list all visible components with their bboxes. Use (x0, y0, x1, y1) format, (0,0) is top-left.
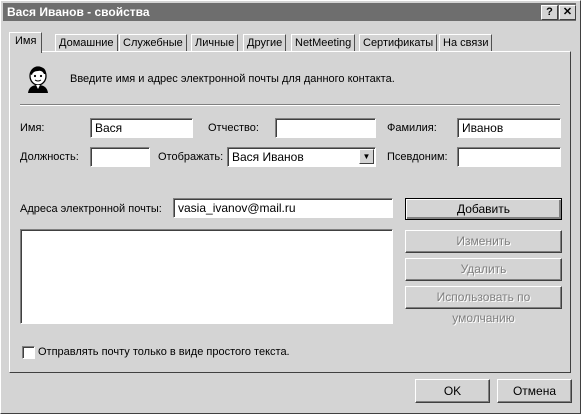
nickname-field[interactable] (457, 147, 561, 167)
ok-button[interactable]: OK (415, 379, 490, 403)
delete-button[interactable]: Удалить (405, 258, 562, 281)
tab-strip: Имя Домашние Служебные Личные Другие Net… (9, 32, 574, 53)
email-label: Адреса электронной почты: (20, 203, 162, 215)
properties-dialog: Вася Иванов - свойства ? ✕ Имя Домашние … (0, 0, 581, 414)
first-name-label: Имя: (20, 122, 45, 134)
close-icon: ✕ (562, 6, 573, 18)
help-button[interactable]: ? (541, 5, 558, 20)
email-list[interactable] (20, 229, 393, 324)
chevron-down-icon[interactable]: ▼ (359, 149, 374, 164)
job-title-label: Должность: (20, 151, 79, 163)
middle-name-label: Отчество: (208, 122, 259, 134)
separator (20, 104, 560, 106)
tab-business[interactable]: Служебные (119, 34, 187, 52)
tab-netmeeting[interactable]: NetMeeting (291, 34, 356, 52)
plain-text-checkbox-label[interactable]: Отправлять почту только в виде простого … (38, 346, 290, 358)
last-name-label: Фамилия: (387, 122, 437, 134)
last-name-field[interactable]: Иванов (457, 118, 561, 138)
intro-text: Введите имя и адрес электронной почты дл… (70, 73, 395, 85)
add-button[interactable]: Добавить (405, 198, 562, 220)
window-title: Вася Иванов - свойства (7, 5, 150, 19)
job-title-field[interactable] (90, 147, 150, 167)
first-name-field[interactable]: Вася (90, 118, 193, 138)
nickname-label: Псевдоним: (387, 151, 448, 163)
display-dropdown[interactable]: Вася Иванов ▼ (227, 147, 376, 167)
display-dropdown-value: Вася Иванов (232, 150, 304, 164)
tab-name[interactable]: Имя (9, 32, 43, 53)
contact-person-icon (28, 66, 48, 93)
close-button[interactable]: ✕ (559, 5, 576, 20)
cancel-button[interactable]: Отмена (497, 379, 572, 403)
display-label: Отображать: (158, 151, 224, 163)
edit-button[interactable]: Изменить (405, 230, 562, 253)
email-field[interactable]: vasia_ivanov@mail.ru (173, 198, 393, 218)
name-tab-panel: Введите имя и адрес электронной почты дл… (9, 51, 571, 373)
set-default-button[interactable]: Использовать по умолчанию (405, 286, 562, 325)
tab-other[interactable]: Другие (243, 34, 287, 52)
tab-online[interactable]: На связи (439, 34, 493, 52)
tab-certificates[interactable]: Сертификаты (359, 34, 438, 52)
middle-name-field[interactable] (275, 118, 376, 138)
plain-text-checkbox[interactable] (22, 346, 35, 359)
tab-personal[interactable]: Личные (191, 34, 239, 52)
title-bar[interactable]: Вася Иванов - свойства ? ✕ (3, 3, 576, 21)
tab-home[interactable]: Домашние (55, 34, 118, 52)
